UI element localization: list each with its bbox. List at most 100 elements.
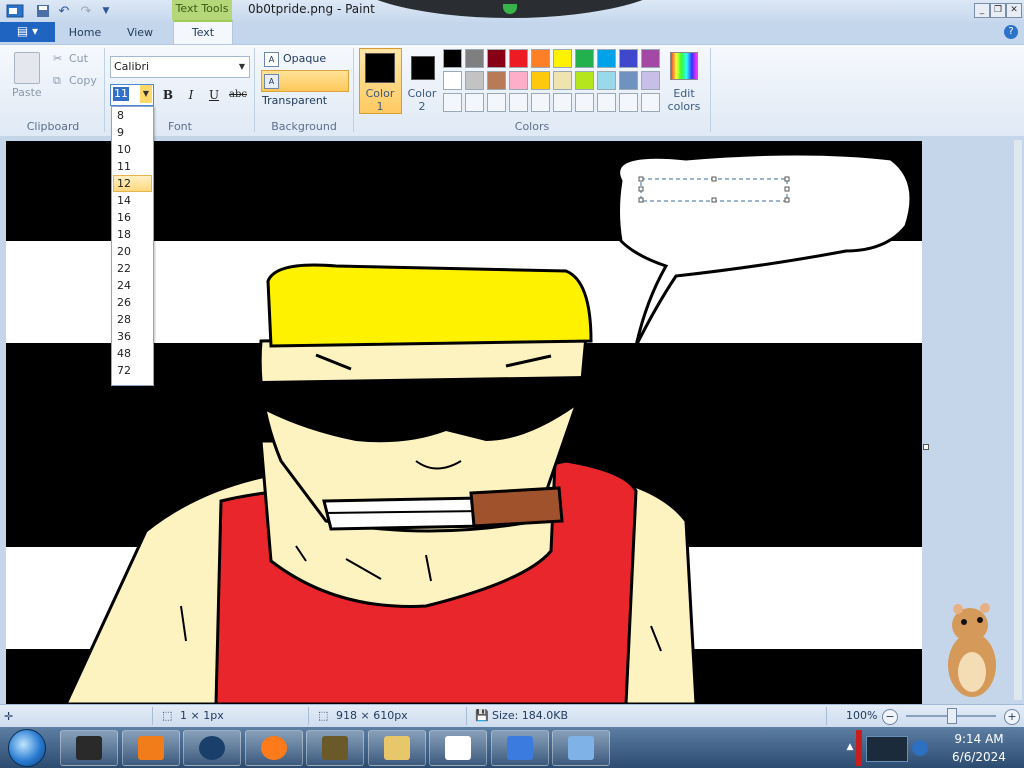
taskbar-button[interactable] bbox=[367, 730, 426, 766]
palette-swatch[interactable] bbox=[465, 93, 484, 112]
palette-swatch[interactable] bbox=[575, 71, 594, 90]
italic-button[interactable]: I bbox=[182, 86, 200, 104]
taskbar-button[interactable] bbox=[490, 730, 549, 766]
palette-swatch[interactable] bbox=[487, 93, 506, 112]
font-size-chevron-down-icon[interactable]: ▼ bbox=[140, 85, 152, 103]
font-size-option[interactable]: 24 bbox=[112, 277, 153, 294]
tab-view[interactable]: View bbox=[118, 24, 162, 42]
tray-app-icon[interactable] bbox=[866, 736, 908, 762]
show-hidden-icons-icon[interactable]: ▲ bbox=[844, 730, 856, 764]
contextual-tab-text-tools: Text Tools bbox=[172, 0, 232, 20]
font-size-option[interactable]: 20 bbox=[112, 243, 153, 260]
palette-swatch[interactable] bbox=[553, 71, 572, 90]
font-size-option[interactable]: 9 bbox=[112, 124, 153, 141]
cut-button[interactable]: Cut bbox=[69, 52, 88, 65]
palette-swatch[interactable] bbox=[443, 49, 462, 68]
taskbar-button[interactable] bbox=[429, 730, 487, 766]
palette-swatch[interactable] bbox=[509, 49, 528, 68]
edit-colors-button[interactable] bbox=[668, 50, 700, 82]
font-size-option[interactable]: 36 bbox=[112, 328, 153, 345]
canvas-resize-handle[interactable] bbox=[923, 444, 929, 450]
palette-swatch[interactable] bbox=[531, 93, 550, 112]
palette-swatch[interactable] bbox=[641, 49, 660, 68]
palette-swatch[interactable] bbox=[553, 49, 572, 68]
undo-icon[interactable]: ↶ bbox=[56, 3, 72, 19]
zoom-slider-thumb[interactable] bbox=[947, 708, 957, 724]
font-size-value[interactable]: 11 bbox=[113, 87, 129, 101]
palette-swatch[interactable] bbox=[487, 49, 506, 68]
font-size-option[interactable]: 14 bbox=[112, 192, 153, 209]
font-family-dropdown[interactable]: Calibri ▼ bbox=[110, 56, 250, 78]
strikethrough-button[interactable]: abc bbox=[229, 86, 247, 104]
palette-swatch[interactable] bbox=[575, 93, 594, 112]
taskbar-button[interactable] bbox=[552, 730, 610, 766]
vertical-scrollbar[interactable] bbox=[1014, 140, 1022, 700]
palette-swatch[interactable] bbox=[597, 71, 616, 90]
palette-swatch[interactable] bbox=[443, 93, 462, 112]
font-size-option[interactable]: 16 bbox=[112, 209, 153, 226]
palette-swatch[interactable] bbox=[465, 71, 484, 90]
taskbar-button[interactable] bbox=[60, 730, 118, 766]
edit-colors-label-line1: Edit bbox=[673, 87, 695, 100]
palette-swatch[interactable] bbox=[443, 71, 462, 90]
palette-swatch[interactable] bbox=[531, 71, 550, 90]
restore-icon[interactable]: ❐ bbox=[990, 3, 1006, 18]
color1-swatch bbox=[365, 53, 395, 83]
palette-swatch[interactable] bbox=[487, 71, 506, 90]
palette-swatch[interactable] bbox=[553, 93, 572, 112]
paint-app-icon[interactable] bbox=[4, 3, 26, 19]
font-size-option[interactable]: 8 bbox=[112, 107, 153, 124]
palette-swatch[interactable] bbox=[597, 49, 616, 68]
font-size-option[interactable]: 48 bbox=[112, 345, 153, 362]
palette-swatch[interactable] bbox=[619, 93, 638, 112]
zoom-out-button[interactable]: − bbox=[882, 709, 898, 725]
color-palette bbox=[443, 49, 660, 112]
palette-swatch[interactable] bbox=[575, 49, 594, 68]
copy-button[interactable]: Copy bbox=[69, 74, 97, 87]
clock-time[interactable]: 9:14 AM bbox=[936, 732, 1022, 746]
tab-home[interactable]: Home bbox=[62, 24, 108, 42]
palette-swatch[interactable] bbox=[641, 71, 660, 90]
paste-button[interactable]: Paste bbox=[12, 86, 42, 99]
redo-icon[interactable]: ↷ bbox=[78, 3, 94, 19]
close-icon[interactable]: ✕ bbox=[1006, 3, 1022, 18]
save-icon[interactable] bbox=[35, 3, 51, 19]
taskbar-button[interactable] bbox=[306, 730, 364, 766]
underline-button[interactable]: U bbox=[205, 86, 223, 104]
customize-qat-icon[interactable]: ▼ bbox=[98, 3, 114, 19]
font-size-dropdown-list: 8 9 10 11 12 14 16 18 20 22 24 26 28 36 48 72 bbox=[111, 106, 154, 386]
palette-swatch[interactable] bbox=[597, 93, 616, 112]
font-size-option[interactable]: 28 bbox=[112, 311, 153, 328]
taskbar-button[interactable] bbox=[121, 730, 180, 766]
paint-menu-button[interactable]: ▤ ▾ bbox=[0, 22, 55, 42]
clock-date[interactable]: 6/6/2024 bbox=[936, 750, 1022, 764]
taskbar-button[interactable] bbox=[244, 730, 303, 766]
opaque-button[interactable]: A Opaque bbox=[262, 50, 348, 68]
palette-swatch[interactable] bbox=[531, 49, 550, 68]
font-size-option[interactable]: 22 bbox=[112, 260, 153, 277]
palette-swatch[interactable] bbox=[509, 93, 528, 112]
minimize-icon[interactable]: _ bbox=[974, 3, 990, 18]
network-icon[interactable] bbox=[912, 740, 928, 756]
zoom-in-button[interactable]: + bbox=[1004, 709, 1020, 725]
font-size-option[interactable]: 72 bbox=[112, 362, 153, 379]
bold-button[interactable]: B bbox=[159, 86, 177, 104]
blue-bird-app-icon bbox=[506, 736, 533, 760]
palette-swatch[interactable] bbox=[641, 93, 660, 112]
font-size-option[interactable]: 26 bbox=[112, 294, 153, 311]
font-size-option[interactable]: 12 bbox=[113, 175, 152, 192]
palette-swatch[interactable] bbox=[619, 71, 638, 90]
palette-swatch[interactable] bbox=[619, 49, 638, 68]
font-size-option[interactable]: 18 bbox=[112, 226, 153, 243]
solitaire-app-icon bbox=[445, 736, 471, 760]
font-size-option[interactable]: 11 bbox=[112, 158, 153, 175]
help-icon[interactable]: ? bbox=[1004, 25, 1018, 39]
start-button[interactable] bbox=[8, 729, 46, 767]
chevron-down-icon: ▼ bbox=[238, 62, 245, 71]
taskbar-button[interactable] bbox=[183, 730, 241, 766]
palette-swatch[interactable] bbox=[509, 71, 528, 90]
palette-swatch[interactable] bbox=[465, 49, 484, 68]
font-size-option[interactable]: 10 bbox=[112, 141, 153, 158]
hamster-desktop-buddy[interactable] bbox=[940, 600, 1002, 700]
transparent-button[interactable]: A Transparent bbox=[261, 70, 349, 107]
